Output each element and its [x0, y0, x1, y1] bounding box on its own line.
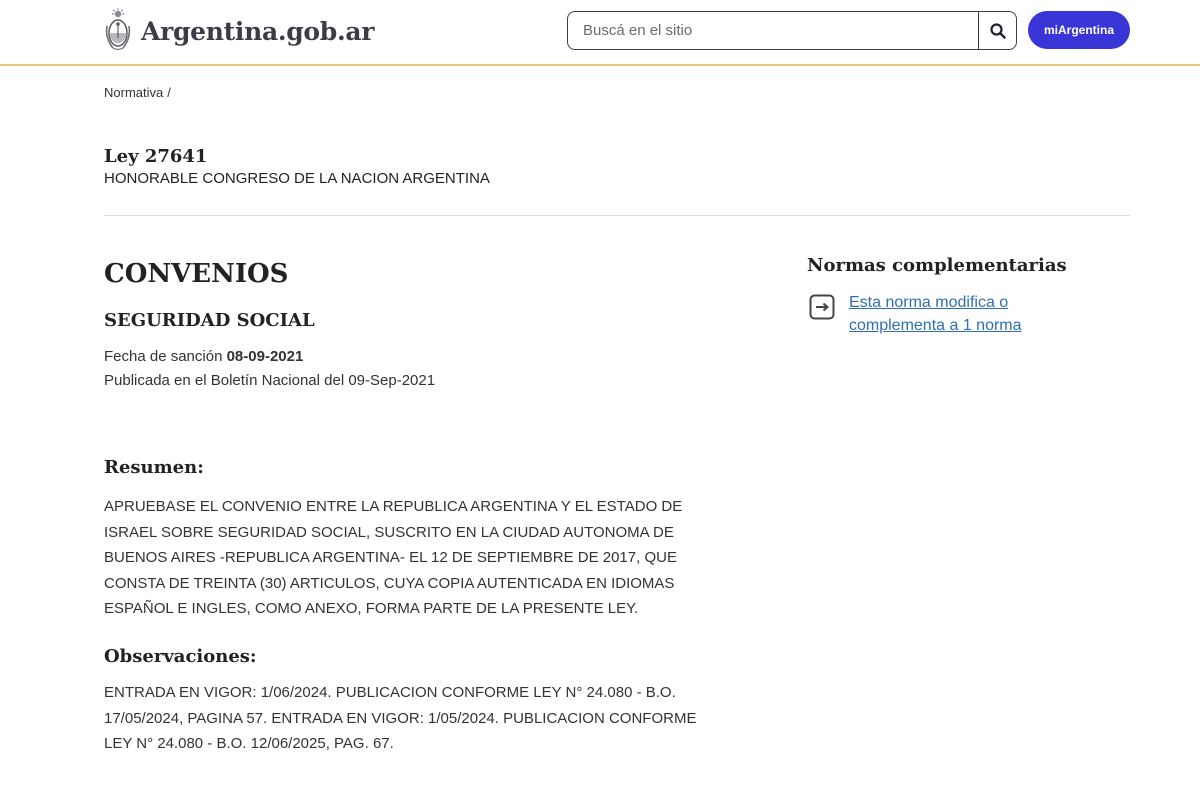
law-title: Ley 27641: [104, 146, 208, 167]
search-input[interactable]: [568, 12, 978, 49]
search-button[interactable]: [978, 12, 1016, 49]
sanction-date-value: 08-09-2021: [226, 348, 304, 365]
observaciones-line: ENTRADA EN VIGOR: 1/06/2024. PUBLICACION…: [104, 684, 676, 701]
resumen-line: APRUEBASE EL CONVENIO ENTRE LA REPUBLICA…: [104, 498, 683, 515]
breadcrumb-separator: /: [167, 85, 171, 100]
resumen-line: BUENOS AIRES -REPUBLICA ARGENTINA- EL 12…: [104, 549, 677, 566]
search-box: [567, 11, 1017, 50]
search-icon: [989, 22, 1006, 39]
observaciones-text: ENTRADA EN VIGOR: 1/06/2024. PUBLICACION…: [104, 680, 769, 757]
mi-argentina-button[interactable]: miArgentina: [1028, 11, 1130, 49]
site-header: Argentina.gob.ar miArgentina: [0, 0, 1200, 66]
resumen-line: ISRAEL SOBRE SEGURIDAD SOCIAL, SUSCRITO …: [104, 523, 674, 541]
sanction-date: Fecha de sanción 08-09-2021: [104, 348, 303, 365]
page-title: CONVENIOS: [104, 259, 289, 289]
complementary-norms-heading: Normas complementarias: [807, 255, 1067, 276]
breadcrumb: Normativa /: [104, 85, 171, 100]
sanction-date-label: Fecha de sanción: [104, 348, 223, 365]
publication-info: Publicada en el Boletín Nacional del 09-…: [104, 372, 436, 389]
page-subtitle: SEGURIDAD SOCIAL: [104, 310, 315, 331]
arrow-right-box-icon: [809, 294, 835, 320]
site-logo[interactable]: Argentina.gob.ar: [104, 8, 374, 54]
coat-of-arms-icon: [105, 8, 131, 51]
observaciones-line: 17/05/2024, PAGINA 57. ENTRADA EN VIGOR:…: [104, 709, 697, 727]
observaciones-heading: Observaciones:: [104, 646, 257, 667]
complementary-norms-link[interactable]: Esta norma modifica o complementa a 1 no…: [849, 291, 1059, 337]
breadcrumb-item-normativa[interactable]: Normativa: [104, 85, 163, 100]
resumen-line: CONSTA DE TREINTA (30) ARTICULOS, CUYA C…: [104, 574, 675, 592]
link-line-2: complementa a 1 norma: [849, 317, 1022, 334]
divider: [104, 215, 1130, 216]
link-line-1: Esta norma modifica o: [849, 294, 1009, 311]
resumen-heading: Resumen:: [104, 457, 204, 478]
resumen-text: APRUEBASE EL CONVENIO ENTRE LA REPUBLICA…: [104, 494, 769, 622]
observaciones-line: LEY N° 24.080 - B.O. 12/06/2025, PAG. 67…: [104, 735, 394, 752]
logo-text: Argentina.gob.ar: [141, 16, 375, 46]
complementary-norms-link-row: Esta norma modifica o complementa a 1 no…: [809, 291, 1059, 337]
law-organism: HONORABLE CONGRESO DE LA NACION ARGENTIN…: [104, 170, 490, 187]
resumen-line: ESPAÑOL E INGLES, COMO ANEXO, FORMA PART…: [104, 600, 639, 617]
